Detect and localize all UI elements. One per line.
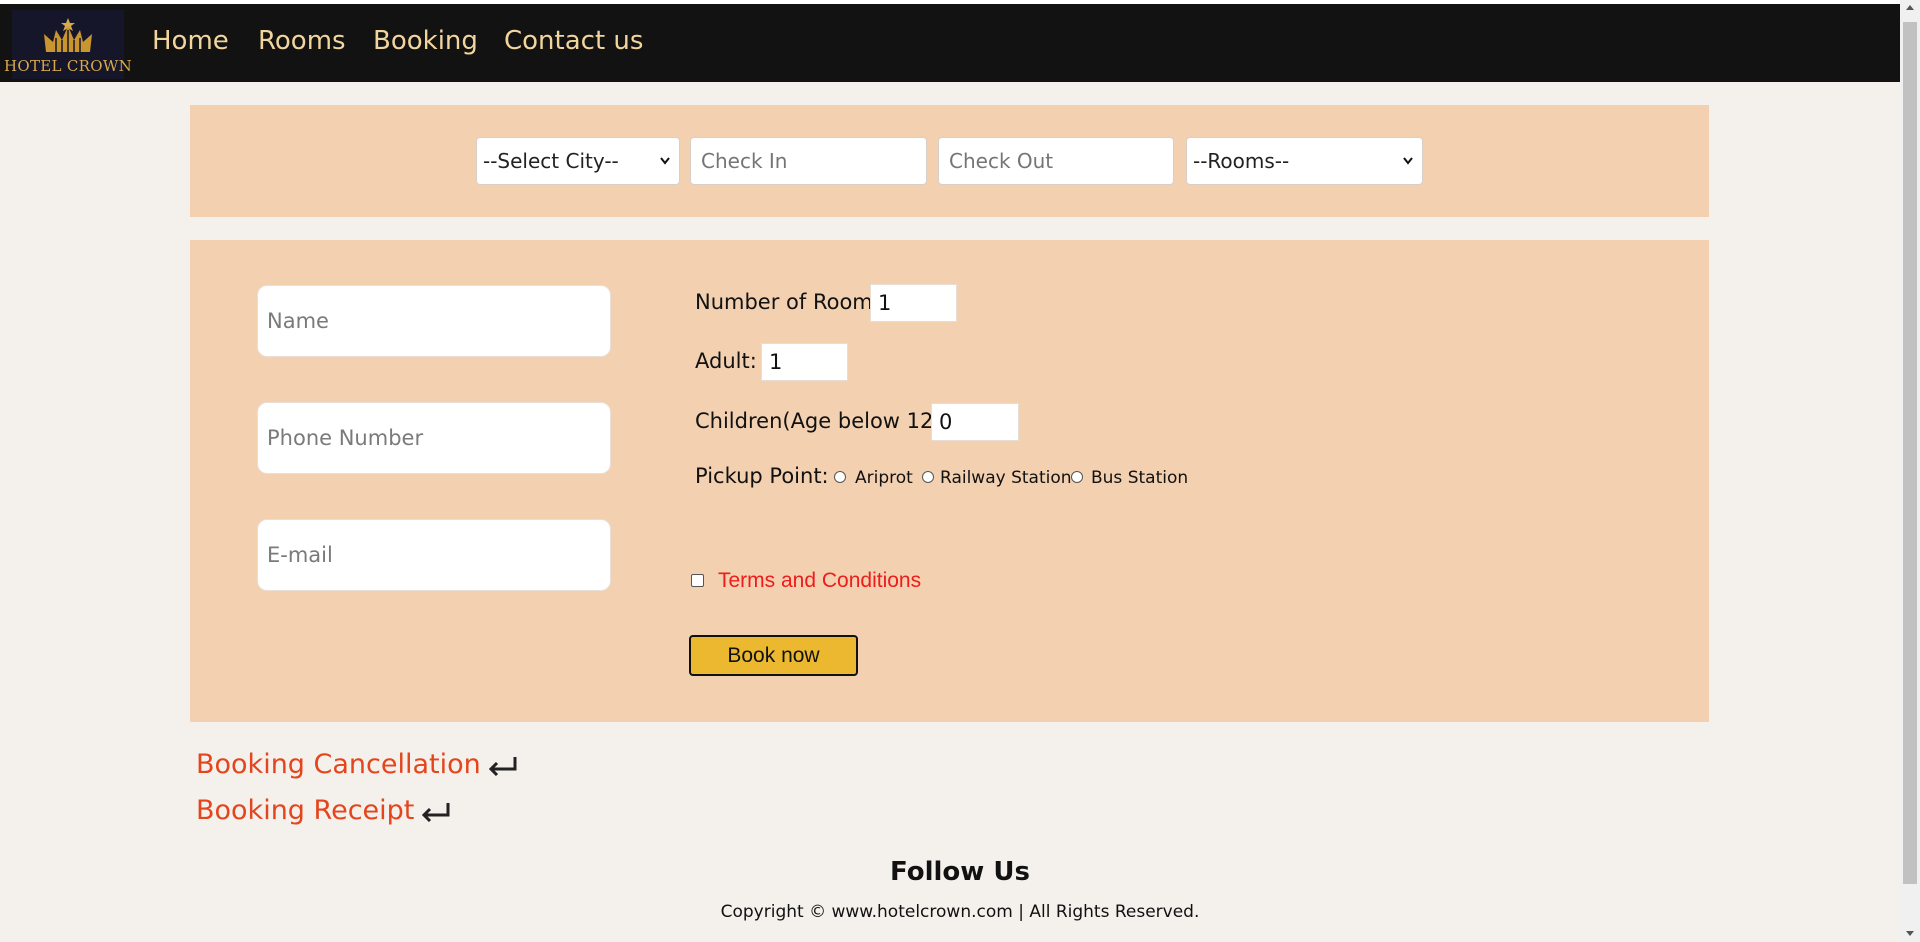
copyright-text: Copyright © www.hotelcrown.com | All Rig… bbox=[720, 902, 1200, 922]
pickup-bus-label: Bus Station bbox=[1091, 468, 1189, 488]
number-of-room-input[interactable]: 1 bbox=[870, 284, 957, 322]
crown-icon bbox=[44, 18, 92, 52]
email-input[interactable]: E-mail bbox=[257, 519, 611, 591]
city-select[interactable]: --Select City-- bbox=[476, 137, 680, 185]
booking-form: Name Phone Number E-mail Number of Room:… bbox=[190, 240, 1709, 722]
check-in-input[interactable]: Check In bbox=[690, 137, 927, 185]
navbar: HOTEL CROWN Home Rooms Booking Contact u… bbox=[0, 4, 1900, 82]
scroll-down-arrow-icon[interactable] bbox=[1905, 930, 1915, 938]
chevron-down-icon bbox=[1403, 157, 1413, 165]
pickup-airport-label: Ariprot bbox=[855, 468, 913, 488]
phone-input[interactable]: Phone Number bbox=[257, 402, 611, 474]
pickup-railway-radio[interactable] bbox=[922, 471, 934, 483]
search-panel: --Select City-- Check In Check Out --Roo… bbox=[190, 105, 1709, 217]
pickup-railway-label: Railway Station bbox=[940, 468, 1072, 488]
rooms-select-value: --Rooms-- bbox=[1193, 149, 1290, 173]
adult-label: Adult: bbox=[695, 349, 757, 373]
adult-input[interactable]: 1 bbox=[761, 343, 848, 381]
chevron-down-icon bbox=[660, 157, 670, 165]
hotel-logo[interactable]: HOTEL CROWN bbox=[4, 10, 132, 79]
return-arrow-icon bbox=[422, 802, 450, 822]
nav-home[interactable]: Home bbox=[152, 26, 229, 56]
terms-checkbox[interactable] bbox=[691, 574, 704, 587]
terms-and-conditions-link[interactable]: Terms and Conditions bbox=[718, 569, 921, 593]
follow-us-heading: Follow Us bbox=[890, 857, 1030, 887]
booking-receipt-link[interactable]: Booking Receipt bbox=[196, 795, 414, 826]
pickup-bus-radio[interactable] bbox=[1071, 471, 1083, 483]
city-select-value: --Select City-- bbox=[483, 149, 619, 173]
number-of-room-label: Number of Room: bbox=[695, 290, 880, 314]
pickup-airport-radio[interactable] bbox=[834, 471, 846, 483]
children-label: Children(Age below 12): bbox=[695, 409, 949, 433]
booking-receipt-row: Booking Receipt bbox=[196, 795, 452, 826]
nav-contact-us[interactable]: Contact us bbox=[504, 26, 643, 56]
check-out-input[interactable]: Check Out bbox=[938, 137, 1174, 185]
return-arrow-icon bbox=[488, 756, 517, 776]
logo-text: HOTEL CROWN bbox=[4, 57, 132, 75]
nav-rooms[interactable]: Rooms bbox=[258, 26, 346, 56]
booking-cancellation-link[interactable]: Booking Cancellation bbox=[196, 749, 481, 780]
nav-booking[interactable]: Booking bbox=[373, 26, 478, 56]
rooms-select[interactable]: --Rooms-- bbox=[1186, 137, 1423, 185]
pickup-point-label: Pickup Point: bbox=[695, 464, 829, 488]
children-input[interactable]: 0 bbox=[931, 403, 1019, 441]
book-now-button[interactable]: Book now bbox=[689, 635, 858, 676]
booking-cancellation-row: Booking Cancellation bbox=[196, 749, 519, 780]
name-input[interactable]: Name bbox=[257, 285, 611, 357]
vertical-scrollbar[interactable] bbox=[1900, 0, 1920, 942]
scrollbar-thumb[interactable] bbox=[1903, 22, 1917, 884]
scroll-up-arrow-icon[interactable] bbox=[1905, 3, 1915, 11]
